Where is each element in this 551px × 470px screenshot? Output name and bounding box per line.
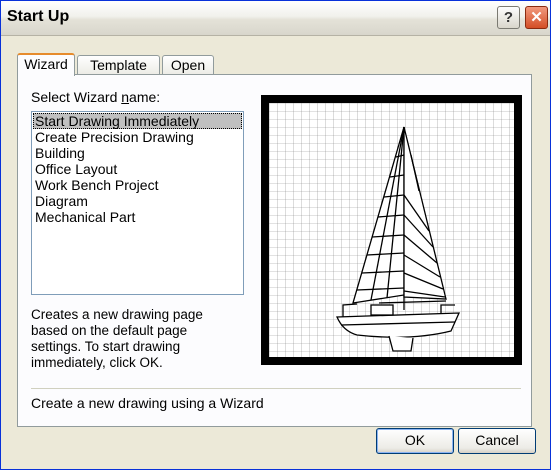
sailboat-preview-image (261, 95, 522, 365)
select-wizard-label: Select Wizard name: (31, 89, 160, 105)
list-item-office-layout[interactable]: Office Layout (33, 161, 242, 177)
list-item-create-precision-drawing[interactable]: Create Precision Drawing (33, 129, 242, 145)
list-item-mechanical-part[interactable]: Mechanical Part (33, 209, 242, 225)
description-line: Creates a new drawing page (31, 307, 203, 322)
list-item-building[interactable]: Building (33, 145, 242, 161)
list-item-start-drawing-immediately[interactable]: Start Drawing Immediately (33, 113, 242, 129)
wizard-listbox[interactable]: Start Drawing Immediately Create Precisi… (31, 111, 244, 295)
select-label-accel: n (121, 89, 130, 105)
wizard-description: Creates a new drawing page based on the … (31, 307, 246, 371)
cancel-button[interactable]: Cancel (458, 428, 536, 454)
tab-wizard[interactable]: Wizard (17, 53, 75, 76)
tab-open[interactable]: Open (162, 55, 214, 75)
select-label-post: ame: (129, 89, 161, 105)
title-bar[interactable]: Start Up ? ✕ (1, 1, 550, 36)
status-text: Create a new drawing using a Wizard (31, 395, 264, 411)
select-label-pre: Select Wizard (31, 89, 122, 105)
description-line: immediately, click OK. (31, 355, 163, 370)
description-line: settings. To start drawing (31, 339, 181, 354)
divider (31, 388, 521, 389)
description-line: based on the default page (31, 323, 188, 338)
list-item-work-bench-project[interactable]: Work Bench Project (33, 177, 242, 193)
tab-template[interactable]: Template (77, 55, 160, 75)
ok-button[interactable]: OK (376, 428, 454, 454)
help-button[interactable]: ? (497, 6, 520, 29)
close-button[interactable]: ✕ (525, 6, 548, 29)
list-item-diagram[interactable]: Diagram (33, 193, 242, 209)
wizard-panel: Select Wizard name: Start Drawing Immedi… (17, 74, 532, 427)
window-title: Start Up (7, 8, 70, 25)
